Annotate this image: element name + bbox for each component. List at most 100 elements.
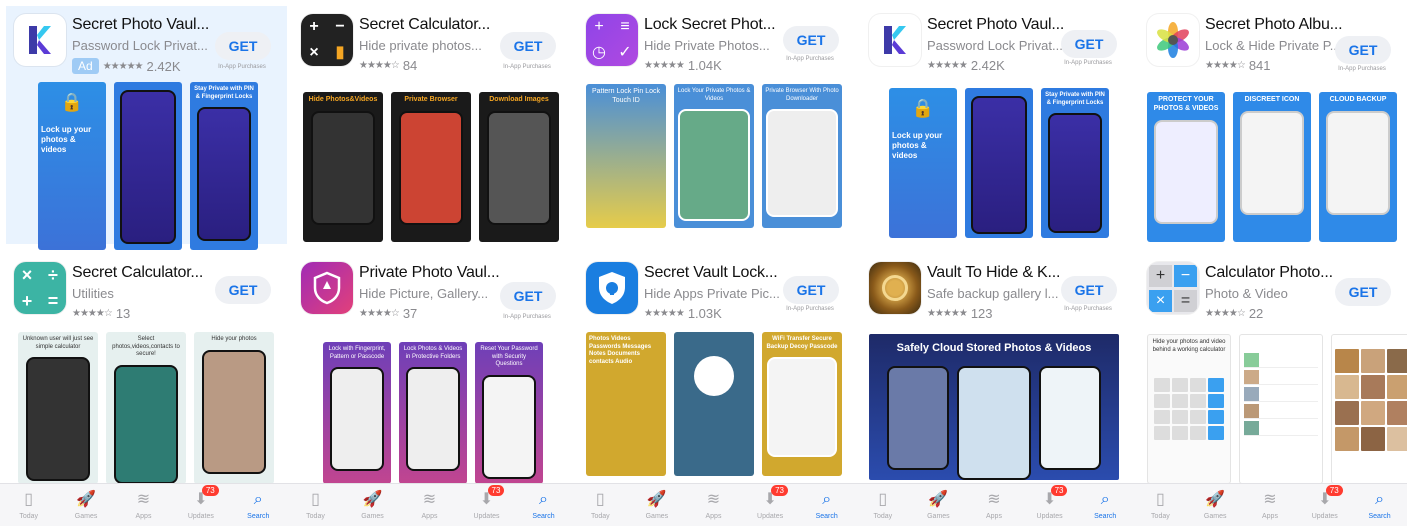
screenshot-3[interactable]: Private Browser With Photo Downloader xyxy=(762,84,842,228)
rating-stars: ★★★★☆ xyxy=(359,308,400,319)
screenshot-2[interactable]: Lock Your Private Photos & Videos xyxy=(674,84,754,228)
screenshot-2[interactable] xyxy=(114,82,182,250)
screenshot-3[interactable]: Reset Your Password with Security Questi… xyxy=(475,342,543,484)
screenshot-3[interactable]: Download Images xyxy=(479,92,559,242)
screenshot-3[interactable]: Stay Private with PIN & Fingerprint Lock… xyxy=(1041,88,1109,238)
get-button[interactable]: GET xyxy=(1061,276,1117,304)
get-button[interactable]: GET xyxy=(783,276,839,304)
screenshot-3[interactable]: Hide your photos xyxy=(194,332,274,484)
tab-games[interactable]: 🚀 Games xyxy=(633,491,681,520)
tab-search[interactable]: ⌕ Search xyxy=(520,491,568,520)
screenshot-2[interactable] xyxy=(965,88,1033,238)
rating-count: 13 xyxy=(115,306,131,321)
tab-games[interactable]: 🚀 Games xyxy=(1191,491,1239,520)
screenshot-1[interactable]: Photos Videos Passwords Messages Notes D… xyxy=(586,332,666,476)
screenshot-1[interactable]: Hide Photos&Videos xyxy=(303,92,383,242)
results-column-3: + ≡ ◷ ✓ Lock Secret Phot... Hide Private Ph… xyxy=(572,0,855,526)
screenshots: Pattern Lock Pin Lock Touch ID Lock Your… xyxy=(586,84,842,228)
app-subtitle: Hide Private Photos... xyxy=(644,38,770,53)
phone-mockup xyxy=(114,364,178,484)
screenshot-2[interactable] xyxy=(1239,334,1323,484)
tab-today[interactable]: ▯ Today xyxy=(292,491,340,520)
screenshot-3[interactable]: CLOUD BACKUP xyxy=(1319,92,1397,242)
screenshot-1[interactable]: Hide your photos and video behind a work… xyxy=(1147,334,1231,484)
tab-today[interactable]: ▯ Today xyxy=(1136,491,1184,520)
app-subtitle: Hide Apps Private Pic... xyxy=(644,286,780,301)
screenshot-1[interactable]: PROTECT YOUR PHOTOS & VIDEOS xyxy=(1147,92,1225,242)
today-icon: ▯ xyxy=(311,490,320,508)
tab-search[interactable]: ⌕ Search xyxy=(1356,491,1404,520)
tab-apps[interactable]: ≋ Apps xyxy=(1246,491,1294,520)
in-app-purchases-label: In-App Purchases xyxy=(503,64,551,70)
app-meta: ★★★★★ 123 xyxy=(927,306,993,321)
screenshot-1[interactable]: Pattern Lock Pin Lock Touch ID xyxy=(586,84,666,228)
lock-icon: 🔒 xyxy=(911,98,935,118)
rating-stars: ★★★★★ xyxy=(102,60,144,72)
screenshot-2[interactable]: DISCREET ICON xyxy=(1233,92,1311,242)
tab-today[interactable]: ▯ Today xyxy=(859,491,907,520)
tab-search[interactable]: ⌕ Search xyxy=(1081,491,1129,520)
screenshot-caption: Photos Videos Passwords Messages Notes D… xyxy=(589,336,652,365)
get-button[interactable]: GET xyxy=(1061,30,1117,58)
tab-bar: ▯ Today 🚀 Games ≋ Apps ⬇ 73 Updates ⌕ Search xyxy=(1133,483,1407,526)
tab-games[interactable]: 🚀 Games xyxy=(349,491,397,520)
phone-mockup xyxy=(1326,110,1390,215)
screenshot-1[interactable]: 🔒 Lock up your photos & videos xyxy=(889,88,957,238)
tab-apps[interactable]: ≋ Apps xyxy=(406,491,454,520)
screenshot-1[interactable]: 🔒 Lock up your photos & videos xyxy=(38,82,106,250)
rating-stars: ★★★★☆ xyxy=(359,60,400,71)
tab-updates[interactable]: ⬇ 73 Updates xyxy=(463,484,511,520)
rating-count: 123 xyxy=(970,306,993,321)
tab-updates[interactable]: ⬇ 73 Updates xyxy=(1026,484,1074,520)
photos-flower-icon xyxy=(1147,14,1199,66)
get-button[interactable]: GET xyxy=(215,32,271,60)
vault-dial-icon xyxy=(882,275,908,301)
get-button[interactable]: GET xyxy=(783,26,839,54)
screenshot-caption: Stay Private with PIN & Fingerprint Lock… xyxy=(1045,92,1105,106)
screenshot-2[interactable]: Private Browser xyxy=(391,92,471,242)
rocket-icon: 🚀 xyxy=(362,490,383,508)
tab-today[interactable]: ▯ Today xyxy=(5,491,53,520)
screenshot-1[interactable]: Unknown user will just see simple calcul… xyxy=(18,332,98,484)
tab-apps[interactable]: ≋ Apps xyxy=(119,491,167,520)
screenshot-caption: Pattern Lock Pin Lock Touch ID xyxy=(591,88,661,104)
get-button[interactable]: GET xyxy=(500,32,556,60)
today-icon: ▯ xyxy=(595,490,605,508)
search-icon: ⌕ xyxy=(822,490,832,508)
screenshot-2[interactable] xyxy=(674,332,754,476)
phone-mockup xyxy=(767,357,837,457)
tab-search[interactable]: ⌕ Search xyxy=(803,491,851,520)
tab-search[interactable]: ⌕ Search xyxy=(234,491,282,520)
screenshot-caption: DISCREET ICON xyxy=(1244,96,1300,103)
rating-count: 37 xyxy=(402,306,418,321)
rating-count: 84 xyxy=(402,58,418,73)
phone-mockup xyxy=(399,110,463,225)
get-button[interactable]: GET xyxy=(1335,278,1391,306)
tab-apps[interactable]: ≋ Apps xyxy=(970,491,1018,520)
calculator-keypad xyxy=(1154,378,1224,440)
screenshot-banner[interactable]: Safely Cloud Stored Photos & Videos xyxy=(869,334,1119,480)
get-button[interactable]: GET xyxy=(1335,36,1391,64)
screenshot-1[interactable]: Lock with Fingerprint, Pattern or Passco… xyxy=(323,342,391,484)
screenshot-2[interactable]: Lock Photos & Videos in Protective Folde… xyxy=(399,342,467,484)
get-button[interactable]: GET xyxy=(215,276,271,304)
tab-games[interactable]: 🚀 Games xyxy=(62,491,110,520)
screenshots: PROTECT YOUR PHOTOS & VIDEOS DISCREET IC… xyxy=(1147,92,1397,242)
get-button[interactable]: GET xyxy=(500,282,556,310)
search-icon: ⌕ xyxy=(253,490,263,508)
screenshot-3[interactable]: Stay Private with PIN & Fingerprint Lock… xyxy=(190,82,258,250)
screenshot-3[interactable]: WiFi Transfer Secure Backup Decoy Passco… xyxy=(762,332,842,476)
tab-updates[interactable]: ⬇ 73 Updates xyxy=(1301,484,1349,520)
tab-today[interactable]: ▯ Today xyxy=(576,491,624,520)
tab-updates[interactable]: ⬇ 73 Updates xyxy=(746,484,794,520)
tab-games[interactable]: 🚀 Games xyxy=(914,491,962,520)
tab-updates[interactable]: ⬇ 73 Updates xyxy=(177,484,225,520)
in-app-purchases-label: In-App Purchases xyxy=(1338,66,1386,72)
screenshot-caption: Lock Your Private Photos & Videos xyxy=(677,88,751,102)
screenshot-2[interactable]: Select photos,videos,contacts to secure! xyxy=(106,332,186,484)
tab-apps[interactable]: ≋ Apps xyxy=(689,491,737,520)
updates-badge: 73 xyxy=(201,484,219,496)
phone-mockup xyxy=(887,365,949,470)
screenshot-caption: CLOUD BACKUP xyxy=(1329,96,1387,103)
screenshot-3[interactable] xyxy=(1331,334,1407,484)
